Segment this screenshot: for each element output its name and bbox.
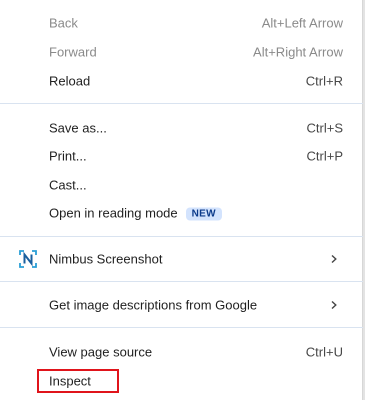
menu-separator [0,281,363,282]
inspect-highlight-box [37,369,119,393]
reading-mode-label: Open in reading mode [49,205,178,221]
menu-item-shortcut: Ctrl+P [306,148,343,164]
menu-item-shortcut: Alt+Left Arrow [261,15,343,31]
menu-item-label: Open in reading mode NEW [49,206,222,221]
menu-item-print[interactable]: Print... Ctrl+P [0,141,363,171]
menu-item-save-as[interactable]: Save as... Ctrl+S [0,113,363,143]
menu-item-shortcut: Ctrl+S [306,120,343,136]
menu-item-nimbus-screenshot[interactable]: Nimbus Screenshot [0,244,363,274]
chevron-right-icon [331,300,337,310]
menu-separator [0,236,363,237]
chevron-right-icon [331,254,337,264]
menu-item-label: Save as... [49,120,107,136]
menu-item-shortcut: Alt+Right Arrow [253,44,343,60]
menu-item-label: View page source [49,344,153,360]
menu-item-forward[interactable]: Forward Alt+Right Arrow [0,37,363,67]
menu-item-view-page-source[interactable]: View page source Ctrl+U [0,337,363,367]
menu-item-cast[interactable]: Cast... [0,170,363,200]
context-menu: Back Alt+Left Arrow Forward Alt+Right Ar… [0,0,363,400]
menu-item-label: Nimbus Screenshot [49,251,163,267]
menu-item-reload[interactable]: Reload Ctrl+R [0,66,363,96]
menu-item-label: Get image descriptions from Google [49,297,258,313]
menu-item-label: Reload [49,73,91,89]
menu-item-label: Forward [49,44,97,60]
menu-item-back[interactable]: Back Alt+Left Arrow [0,8,363,38]
menu-item-shortcut: Ctrl+R [305,73,343,89]
menu-separator [0,327,363,328]
menu-item-image-descriptions[interactable]: Get image descriptions from Google [0,290,363,320]
new-badge: NEW [185,207,222,221]
menu-item-label: Back [49,15,78,31]
menu-item-label: Cast... [49,177,87,193]
menu-separator [0,103,363,104]
menu-item-reading-mode[interactable]: Open in reading mode NEW [0,198,363,228]
menu-item-shortcut: Ctrl+U [305,344,343,360]
menu-item-label: Print... [49,148,87,164]
nimbus-screenshot-icon [19,250,37,268]
